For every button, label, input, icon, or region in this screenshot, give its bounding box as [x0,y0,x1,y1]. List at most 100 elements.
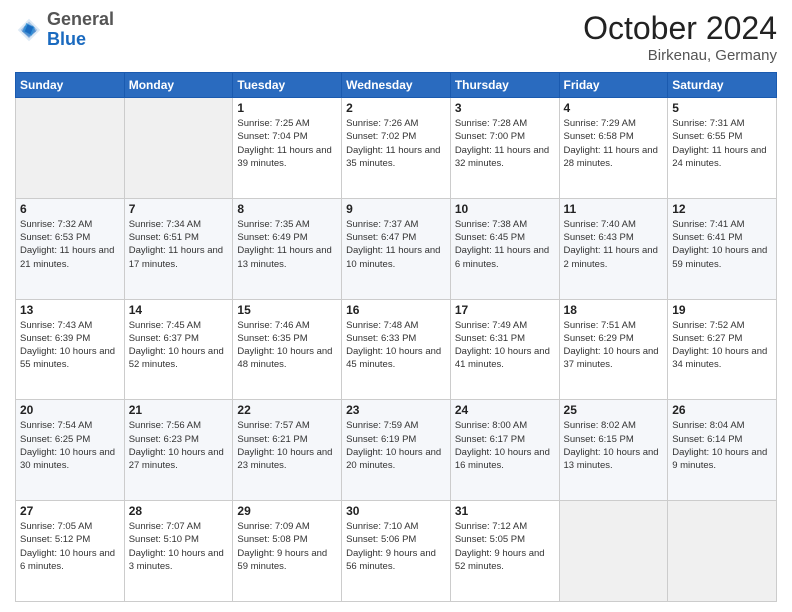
calendar-cell: 18 Sunrise: 7:51 AM Sunset: 6:29 PM Dayli… [559,299,668,400]
calendar-cell: 23 Sunrise: 7:59 AM Sunset: 6:19 PM Dayli… [342,400,451,501]
calendar-cell: 6Sunrise: 7:32 AM Sunset: 6:53 PM Daylig… [16,198,125,299]
day-number: 28 [129,504,229,518]
day-info: Sunrise: 7:43 AM Sunset: 6:39 PM Dayligh… [20,319,120,372]
day-number: 4 [564,101,664,115]
day-info: Sunrise: 7:09 AM Sunset: 5:08 PM Dayligh… [237,520,337,573]
calendar-header-row: SundayMondayTuesdayWednesdayThursdayFrid… [16,73,777,98]
calendar-table: SundayMondayTuesdayWednesdayThursdayFrid… [15,72,777,602]
logo-icon [15,16,43,44]
day-number: 5 [672,101,772,115]
calendar-week-row: 27 Sunrise: 7:05 AM Sunset: 5:12 PM Dayli… [16,501,777,602]
day-info: Sunrise: 7:48 AM Sunset: 6:33 PM Dayligh… [346,319,446,372]
day-number: 6 [20,202,120,216]
day-number: 14 [129,303,229,317]
calendar-cell: 20 Sunrise: 7:54 AM Sunset: 6:25 PM Dayli… [16,400,125,501]
weekday-header: Sunday [16,73,125,98]
calendar-cell: 11 Sunrise: 7:40 AM Sunset: 6:43 PM Dayli… [559,198,668,299]
day-number: 9 [346,202,446,216]
day-info: Sunrise: 7:31 AM Sunset: 6:55 PM Dayligh… [672,117,772,170]
weekday-header: Monday [124,73,233,98]
day-info: Sunrise: 7:46 AM Sunset: 6:35 PM Dayligh… [237,319,337,372]
calendar-cell: 17 Sunrise: 7:49 AM Sunset: 6:31 PM Dayli… [450,299,559,400]
day-info: Sunrise: 7:56 AM Sunset: 6:23 PM Dayligh… [129,419,229,472]
calendar-cell: 5 Sunrise: 7:31 AM Sunset: 6:55 PM Daylig… [668,98,777,199]
logo-general: General [47,10,114,30]
day-number: 27 [20,504,120,518]
calendar-cell [124,98,233,199]
day-number: 15 [237,303,337,317]
day-info: Sunrise: 7:52 AM Sunset: 6:27 PM Dayligh… [672,319,772,372]
calendar-cell: 19Sunrise: 7:52 AM Sunset: 6:27 PM Dayli… [668,299,777,400]
day-info: Sunrise: 8:04 AM Sunset: 6:14 PM Dayligh… [672,419,772,472]
calendar-cell: 10 Sunrise: 7:38 AM Sunset: 6:45 PM Dayli… [450,198,559,299]
calendar-cell: 22Sunrise: 7:57 AM Sunset: 6:21 PM Dayli… [233,400,342,501]
day-number: 26 [672,403,772,417]
day-info: Sunrise: 7:54 AM Sunset: 6:25 PM Dayligh… [20,419,120,472]
calendar-week-row: 1 Sunrise: 7:25 AM Sunset: 7:04 PM Daylig… [16,98,777,199]
logo: General Blue [15,10,114,50]
day-info: Sunrise: 7:05 AM Sunset: 5:12 PM Dayligh… [20,520,120,573]
day-number: 2 [346,101,446,115]
calendar-cell: 28 Sunrise: 7:07 AM Sunset: 5:10 PM Dayli… [124,501,233,602]
calendar-cell: 7 Sunrise: 7:34 AM Sunset: 6:51 PM Daylig… [124,198,233,299]
day-info: Sunrise: 7:59 AM Sunset: 6:19 PM Dayligh… [346,419,446,472]
calendar-cell [668,501,777,602]
calendar-cell: 26 Sunrise: 8:04 AM Sunset: 6:14 PM Dayli… [668,400,777,501]
calendar-cell: 21 Sunrise: 7:56 AM Sunset: 6:23 PM Dayli… [124,400,233,501]
day-info: Sunrise: 7:35 AM Sunset: 6:49 PM Dayligh… [237,218,337,271]
day-info: Sunrise: 7:40 AM Sunset: 6:43 PM Dayligh… [564,218,664,271]
day-info: Sunrise: 7:34 AM Sunset: 6:51 PM Dayligh… [129,218,229,271]
calendar-cell: 30 Sunrise: 7:10 AM Sunset: 5:06 PM Dayli… [342,501,451,602]
day-number: 18 [564,303,664,317]
day-number: 17 [455,303,555,317]
month-title: October 2024 [583,10,777,47]
calendar-cell: 14Sunrise: 7:45 AM Sunset: 6:37 PM Dayli… [124,299,233,400]
day-info: Sunrise: 7:10 AM Sunset: 5:06 PM Dayligh… [346,520,446,573]
day-number: 3 [455,101,555,115]
day-number: 1 [237,101,337,115]
calendar-cell: 31Sunrise: 7:12 AM Sunset: 5:05 PM Dayli… [450,501,559,602]
day-info: Sunrise: 7:29 AM Sunset: 6:58 PM Dayligh… [564,117,664,170]
calendar-week-row: 6Sunrise: 7:32 AM Sunset: 6:53 PM Daylig… [16,198,777,299]
calendar-cell: 2Sunrise: 7:26 AM Sunset: 7:02 PM Daylig… [342,98,451,199]
day-number: 24 [455,403,555,417]
title-block: October 2024 Birkenau, Germany [583,10,777,64]
weekday-header: Friday [559,73,668,98]
day-number: 21 [129,403,229,417]
day-info: Sunrise: 7:51 AM Sunset: 6:29 PM Dayligh… [564,319,664,372]
day-info: Sunrise: 7:07 AM Sunset: 5:10 PM Dayligh… [129,520,229,573]
day-number: 25 [564,403,664,417]
day-info: Sunrise: 7:38 AM Sunset: 6:45 PM Dayligh… [455,218,555,271]
weekday-header: Tuesday [233,73,342,98]
day-number: 20 [20,403,120,417]
calendar-cell: 4 Sunrise: 7:29 AM Sunset: 6:58 PM Daylig… [559,98,668,199]
calendar-cell: 24Sunrise: 8:00 AM Sunset: 6:17 PM Dayli… [450,400,559,501]
day-info: Sunrise: 8:02 AM Sunset: 6:15 PM Dayligh… [564,419,664,472]
calendar-cell: 9 Sunrise: 7:37 AM Sunset: 6:47 PM Daylig… [342,198,451,299]
day-number: 11 [564,202,664,216]
calendar-cell: 15 Sunrise: 7:46 AM Sunset: 6:35 PM Dayli… [233,299,342,400]
calendar-week-row: 20 Sunrise: 7:54 AM Sunset: 6:25 PM Dayli… [16,400,777,501]
calendar-week-row: 13Sunrise: 7:43 AM Sunset: 6:39 PM Dayli… [16,299,777,400]
weekday-header: Thursday [450,73,559,98]
day-info: Sunrise: 7:25 AM Sunset: 7:04 PM Dayligh… [237,117,337,170]
calendar-cell: 13Sunrise: 7:43 AM Sunset: 6:39 PM Dayli… [16,299,125,400]
day-number: 10 [455,202,555,216]
day-number: 30 [346,504,446,518]
calendar-cell [16,98,125,199]
header: General Blue October 2024 Birkenau, Germ… [15,10,777,64]
logo-blue: Blue [47,30,114,50]
day-number: 8 [237,202,337,216]
day-info: Sunrise: 7:49 AM Sunset: 6:31 PM Dayligh… [455,319,555,372]
day-info: Sunrise: 7:57 AM Sunset: 6:21 PM Dayligh… [237,419,337,472]
day-number: 16 [346,303,446,317]
day-info: Sunrise: 7:28 AM Sunset: 7:00 PM Dayligh… [455,117,555,170]
day-info: Sunrise: 7:37 AM Sunset: 6:47 PM Dayligh… [346,218,446,271]
calendar-cell: 1 Sunrise: 7:25 AM Sunset: 7:04 PM Daylig… [233,98,342,199]
logo-text: General Blue [47,10,114,50]
day-number: 7 [129,202,229,216]
day-number: 23 [346,403,446,417]
calendar-cell: 16 Sunrise: 7:48 AM Sunset: 6:33 PM Dayli… [342,299,451,400]
day-number: 31 [455,504,555,518]
weekday-header: Saturday [668,73,777,98]
